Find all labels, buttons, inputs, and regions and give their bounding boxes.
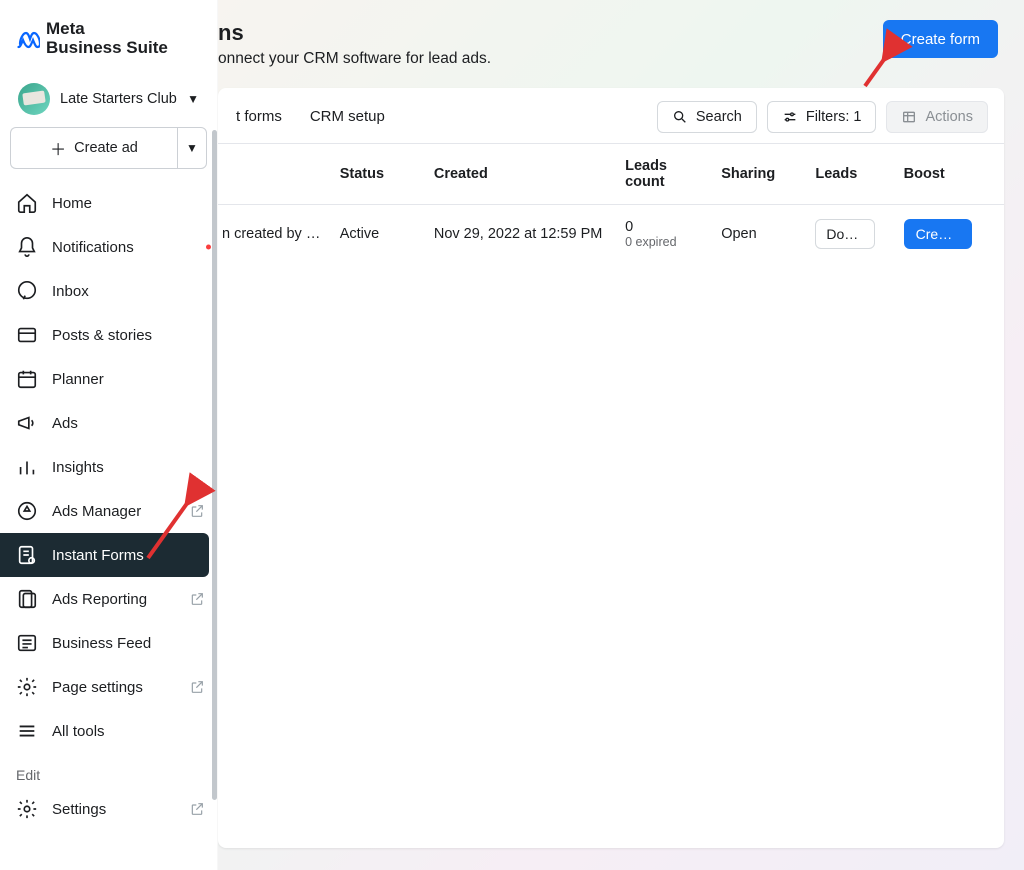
nav-list: Home Notifications Inbox Posts & stories… [0,181,217,753]
bar-chart-icon [16,456,38,478]
nav-label: Business Feed [52,635,151,652]
row-status: Active [340,226,434,242]
chat-icon [16,280,38,302]
bell-icon [16,236,38,258]
nav-label: Home [52,195,92,212]
grid-icon [901,109,917,125]
form-icon [16,544,38,566]
row-leads-count: 0 0 expired [625,219,721,249]
calendar-icon [16,368,38,390]
sidebar-item-settings[interactable]: Settings [0,787,217,831]
nav-label: Posts & stories [52,327,152,344]
col-status: Status [340,166,434,182]
nav-label: Settings [52,801,106,818]
home-icon [16,192,38,214]
sidebar-item-planner[interactable]: Planner [0,357,217,401]
gear-icon [16,798,38,820]
search-button[interactable]: Search [657,101,757,133]
posts-icon [16,324,38,346]
sidebar-item-all-tools[interactable]: All tools [0,709,217,753]
nav-label: Notifications [52,239,134,256]
edit-section-label: Edit [0,753,217,787]
create-ad-label: Create ad [74,140,138,156]
brand-line2: Business Suite [46,39,168,58]
col-created: Created [434,166,625,182]
account-name: Late Starters Club [60,91,187,107]
nav-label: Ads Manager [52,503,141,520]
sliders-icon [782,109,798,125]
notification-dot [206,245,211,250]
account-avatar [18,83,50,115]
main-content: ns onnect your CRM software for lead ads… [218,0,1024,870]
nav-label: Ads Reporting [52,591,147,608]
nav-label: Page settings [52,679,143,696]
create-ad-button[interactable]: ＋ Create ad [10,127,177,169]
row-name: n created by … [222,226,340,242]
sidebar-scrollbar[interactable] [212,130,217,800]
megaphone-icon [16,412,38,434]
sidebar-item-inbox[interactable]: Inbox [0,269,217,313]
search-icon [672,109,688,125]
filters-button[interactable]: Filters: 1 [767,101,877,133]
col-leads: Leads [815,166,903,182]
create-ad-group: ＋ Create ad ▼ [10,127,207,169]
external-link-icon [189,591,205,607]
sidebar-item-posts[interactable]: Posts & stories [0,313,217,357]
nav-label: Insights [52,459,104,476]
brand-line1: Meta [46,20,168,39]
download-button[interactable]: Dow… [815,219,875,249]
page-title: ns [218,20,883,46]
reporting-icon [16,588,38,610]
annotation-arrow [138,478,208,573]
sidebar-item-business-feed[interactable]: Business Feed [0,621,217,665]
actions-label: Actions [925,109,973,125]
sidebar-item-ads[interactable]: Ads [0,401,217,445]
external-link-icon [189,801,205,817]
nav-label: Planner [52,371,104,388]
meta-logo-icon [16,27,40,51]
brand-logo: Meta Business Suite [0,0,217,67]
boost-create-button[interactable]: Creat… [904,219,972,249]
page-subtitle: onnect your CRM software for lead ads. [218,50,883,68]
create-ad-dropdown[interactable]: ▼ [177,127,207,169]
menu-icon [16,720,38,742]
nav-label: Inbox [52,283,89,300]
col-boost: Boost [904,166,988,182]
feed-icon [16,632,38,654]
nav-label: Ads [52,415,78,432]
forms-panel: t forms CRM setup Search Filters: 1 Acti… [218,88,1004,848]
sidebar: Meta Business Suite Late Starters Club ▼… [0,0,218,870]
sidebar-item-notifications[interactable]: Notifications [0,225,217,269]
row-created: Nov 29, 2022 at 12:59 PM [434,226,625,242]
table-header: Status Created Leads count Sharing Leads… [218,144,1004,205]
external-link-icon [189,679,205,695]
nav-label: Instant Forms [52,547,144,564]
ads-manager-icon [16,500,38,522]
filters-label: Filters: 1 [806,109,862,125]
tab-forms[interactable]: t forms [222,98,296,135]
caret-down-icon: ▼ [187,92,199,106]
annotation-arrow [855,38,915,103]
table-row[interactable]: n created by … Active Nov 29, 2022 at 12… [218,205,1004,263]
account-switcher[interactable]: Late Starters Club ▼ [12,79,205,119]
sidebar-item-page-settings[interactable]: Page settings [0,665,217,709]
row-sharing: Open [721,226,815,242]
col-leads-count: Leads count [625,158,721,190]
search-label: Search [696,109,742,125]
gear-icon [16,676,38,698]
sidebar-item-ads-reporting[interactable]: Ads Reporting [0,577,217,621]
actions-button: Actions [886,101,988,133]
tab-crm-setup[interactable]: CRM setup [296,98,399,135]
caret-down-icon: ▼ [186,141,198,155]
plus-icon: ＋ [50,136,66,160]
sidebar-item-home[interactable]: Home [0,181,217,225]
col-sharing: Sharing [721,166,815,182]
nav-label: All tools [52,723,105,740]
